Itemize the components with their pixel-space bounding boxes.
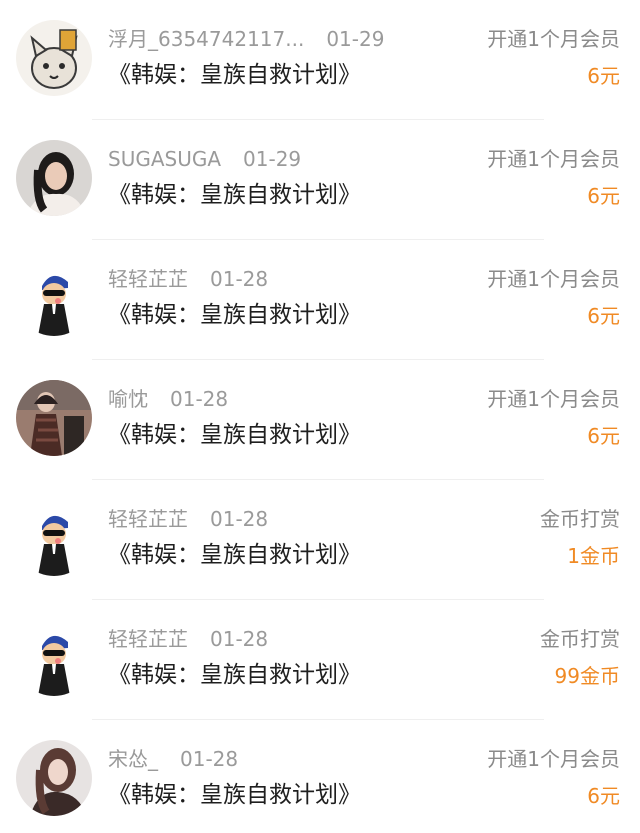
sunglasses-man-icon[interactable] <box>16 260 92 336</box>
book-title: 《韩娱：皇族自救计划》 <box>108 662 361 688</box>
date-label: 01-28 <box>210 267 269 291</box>
username[interactable]: SUGASUGA <box>108 147 221 171</box>
book-title: 《韩娱：皇族自救计划》 <box>108 182 361 208</box>
date-label: 01-29 <box>326 27 385 51</box>
username[interactable]: 宋怂_ <box>108 747 158 771</box>
username[interactable]: 轻轻芷芷 <box>108 627 188 651</box>
support-type: 开通1个月会员 <box>487 747 620 771</box>
username[interactable]: 轻轻芷芷 <box>108 267 188 291</box>
girl-photo-icon[interactable] <box>16 140 92 216</box>
username[interactable]: 轻轻芷芷 <box>108 507 188 531</box>
book-title: 《韩娱：皇族自救计划》 <box>108 302 361 328</box>
book-title: 《韩娱：皇族自救计划》 <box>108 422 361 448</box>
date-label: 01-29 <box>243 147 302 171</box>
date-label: 01-28 <box>180 747 239 771</box>
support-amount: 6元 <box>587 184 620 208</box>
book-title: 《韩娱：皇族自救计划》 <box>108 542 361 568</box>
book-title: 《韩娱：皇族自救计划》 <box>108 782 361 808</box>
support-type: 金币打赏 <box>540 507 620 531</box>
date-label: 01-28 <box>170 387 229 411</box>
support-type: 开通1个月会员 <box>487 387 620 411</box>
woman-portrait-icon[interactable] <box>16 740 92 816</box>
list-item[interactable]: SUGASUGA 01-29 《韩娱：皇族自救计划》 开通1个月会员 6元 <box>0 120 640 240</box>
support-amount: 6元 <box>587 64 620 88</box>
support-amount: 6元 <box>587 304 620 328</box>
list-item[interactable]: 喻忱 01-28 《韩娱：皇族自救计划》 开通1个月会员 6元 <box>0 360 640 480</box>
support-amount: 6元 <box>587 784 620 808</box>
list-item[interactable]: 浮月_6354742117... 01-29 《韩娱：皇族自救计划》 开通1个月会… <box>0 0 640 120</box>
support-amount: 1金币 <box>567 544 620 568</box>
support-record-list: 浮月_6354742117... 01-29 《韩娱：皇族自救计划》 开通1个月会… <box>0 0 640 833</box>
support-type: 开通1个月会员 <box>487 267 620 291</box>
list-item[interactable]: 轻轻芷芷 01-28 《韩娱：皇族自救计划》 开通1个月会员 6元 <box>0 240 640 360</box>
sunglasses-man-icon[interactable] <box>16 500 92 576</box>
support-amount: 6元 <box>587 424 620 448</box>
support-type: 金币打赏 <box>540 627 620 651</box>
support-type: 开通1个月会员 <box>487 147 620 171</box>
cat-cartoon-icon[interactable] <box>16 20 92 96</box>
list-item[interactable]: 轻轻芷芷 01-28 《韩娱：皇族自救计划》 金币打赏 1金币 <box>0 480 640 600</box>
date-label: 01-28 <box>210 507 269 531</box>
support-amount: 99金币 <box>554 664 620 688</box>
date-label: 01-28 <box>210 627 269 651</box>
list-item[interactable]: 宋怂_ 01-28 《韩娱：皇族自救计划》 开通1个月会员 6元 <box>0 720 640 833</box>
support-type: 开通1个月会员 <box>487 27 620 51</box>
list-item[interactable]: 轻轻芷芷 01-28 《韩娱：皇族自救计划》 金币打赏 99金币 <box>0 600 640 720</box>
book-title: 《韩娱：皇族自救计划》 <box>108 62 361 88</box>
username[interactable]: 喻忱 <box>108 387 148 411</box>
sunglasses-man-icon[interactable] <box>16 620 92 696</box>
man-coat-photo-icon[interactable] <box>16 380 92 456</box>
username[interactable]: 浮月_6354742117... <box>108 27 304 51</box>
